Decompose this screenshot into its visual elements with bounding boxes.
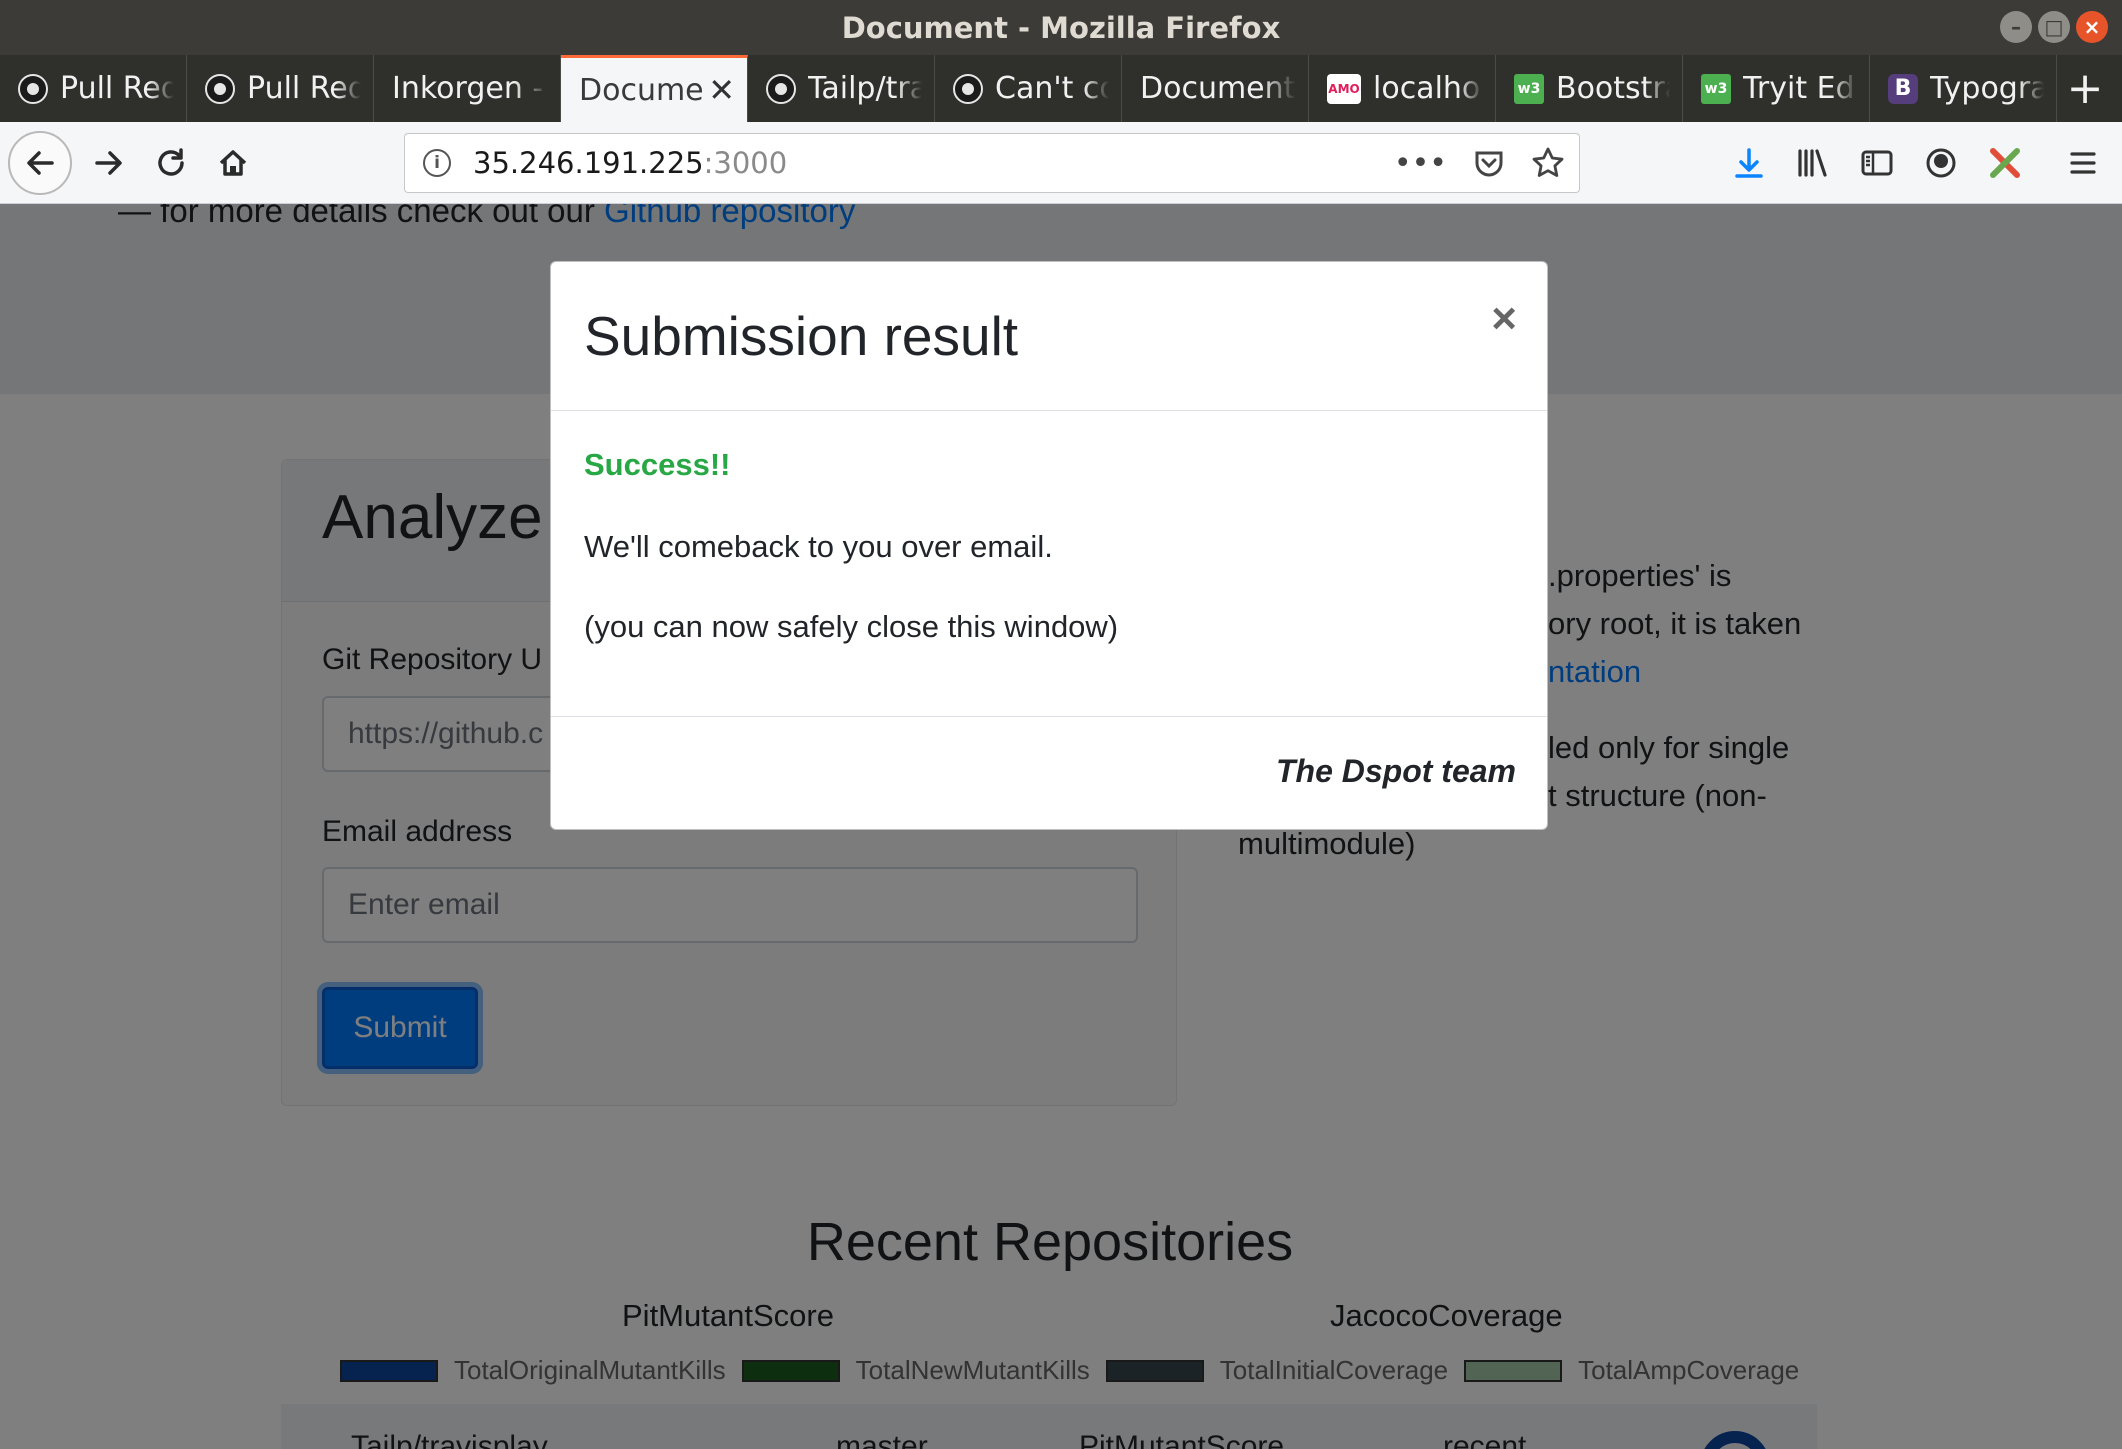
account-icon xyxy=(1926,148,1956,178)
address-bar[interactable]: i 35.246.191.225 :3000 ••• xyxy=(404,133,1580,193)
success-message: Success!! xyxy=(584,447,731,482)
tab-pull-requests-1[interactable]: Pull Requests xyxy=(0,55,187,122)
tab-label: Tryit Editor xyxy=(1743,71,1857,106)
window-close-icon[interactable]: × xyxy=(2076,11,2108,43)
tab-typography[interactable]: B Typography xyxy=(1870,55,2057,122)
menu-button[interactable] xyxy=(2060,140,2106,186)
modal-body: Success!! We'll comeback to you over ema… xyxy=(551,411,1547,717)
tab-localhost[interactable]: AMO localhost xyxy=(1309,55,1496,122)
tab-document-active[interactable]: Document ✕ xyxy=(561,55,748,122)
tab-tailp-travis[interactable]: Tailp/travis xyxy=(748,55,935,122)
tab-label: Bootstrap xyxy=(1556,71,1670,106)
modal-header: Submission result × xyxy=(551,262,1547,411)
tab-label: Inkorgen - xyxy=(392,71,544,106)
github-icon xyxy=(205,73,235,104)
bootstrap-icon: B xyxy=(1888,73,1918,104)
forward-button[interactable] xyxy=(86,140,132,186)
url-host: 35.246.191.225 xyxy=(473,146,704,180)
maximize-icon[interactable]: □ xyxy=(2038,11,2070,43)
extension-tools-icon xyxy=(1990,148,2020,178)
forward-arrow-icon xyxy=(95,151,122,175)
github-icon xyxy=(18,73,48,104)
tab-label: Tailp/travis xyxy=(808,71,922,106)
home-icon xyxy=(219,150,247,176)
sidebar-toggle-button[interactable] xyxy=(1854,140,1900,186)
back-arrow-icon xyxy=(27,151,54,175)
modal-title: Submission result xyxy=(584,305,1019,367)
tab-label: Pull Requests xyxy=(60,71,174,106)
submission-result-modal: Submission result × Success!! We'll come… xyxy=(550,261,1548,830)
tab-tryit-editor[interactable]: w3 Tryit Editor xyxy=(1683,55,1870,122)
library-icon xyxy=(1798,149,1827,177)
github-icon xyxy=(766,73,796,104)
tab-label: Can't comp xyxy=(995,71,1109,106)
new-tab-button[interactable]: + xyxy=(2057,55,2113,122)
urlbar-actions: ••• xyxy=(1394,134,1565,192)
downloads-button[interactable] xyxy=(1726,140,1772,186)
tab-label: localhost xyxy=(1373,71,1483,106)
tab-inkorgen[interactable]: Inkorgen - xyxy=(374,55,561,122)
library-button[interactable] xyxy=(1790,140,1836,186)
tab-cant-compile[interactable]: Can't comp xyxy=(935,55,1122,122)
tab-label: Typography xyxy=(1930,71,2044,106)
reload-button[interactable] xyxy=(148,140,194,186)
tab-bar: Pull Requests Pull Requests Inkorgen - D… xyxy=(0,55,2122,122)
window-controls: – □ × xyxy=(2000,11,2108,43)
window-title: Document - Mozilla Firefox xyxy=(841,10,1281,45)
tab-bootstrap[interactable]: w3 Bootstrap xyxy=(1496,55,1683,122)
tab-label: Document xyxy=(1140,71,1296,106)
modal-close-button[interactable]: × xyxy=(1491,294,1517,344)
url-port: :3000 xyxy=(703,146,788,180)
minimize-icon[interactable]: – xyxy=(2000,11,2032,43)
bookmark-star-icon[interactable] xyxy=(1531,146,1565,180)
hamburger-menu-icon xyxy=(2070,152,2096,174)
tab-label: Document xyxy=(579,72,703,108)
tab-pull-requests-2[interactable]: Pull Requests xyxy=(187,55,374,122)
navigation-toolbar: i 35.246.191.225 :3000 ••• xyxy=(0,122,2122,204)
tab-label: Pull Requests xyxy=(247,71,361,106)
w3schools-icon: w3 xyxy=(1514,73,1544,104)
download-icon xyxy=(1735,148,1763,178)
window-titlebar: Document - Mozilla Firefox – □ × xyxy=(0,0,2122,55)
email-notice: We'll comeback to you over email. xyxy=(584,529,1053,564)
close-window-notice: (you can now safely close this window) xyxy=(584,609,1119,644)
account-button[interactable] xyxy=(1918,140,1964,186)
sidebar-icon xyxy=(1861,150,1893,176)
tab-document[interactable]: Document xyxy=(1122,55,1309,122)
team-signature: The Dspot team xyxy=(1275,753,1516,789)
pocket-icon[interactable] xyxy=(1473,147,1505,179)
home-button[interactable] xyxy=(210,140,256,186)
modal-footer: The Dspot team xyxy=(551,717,1547,829)
extension-button[interactable] xyxy=(1982,140,2028,186)
amo-icon: AMO xyxy=(1327,73,1361,104)
site-info-icon[interactable]: i xyxy=(423,149,451,177)
tab-close-icon[interactable]: ✕ xyxy=(708,71,735,109)
page-actions-icon[interactable]: ••• xyxy=(1394,146,1447,181)
github-icon xyxy=(953,73,983,104)
reload-icon xyxy=(158,148,184,176)
w3schools-icon: w3 xyxy=(1701,73,1731,104)
back-button[interactable] xyxy=(8,131,72,195)
